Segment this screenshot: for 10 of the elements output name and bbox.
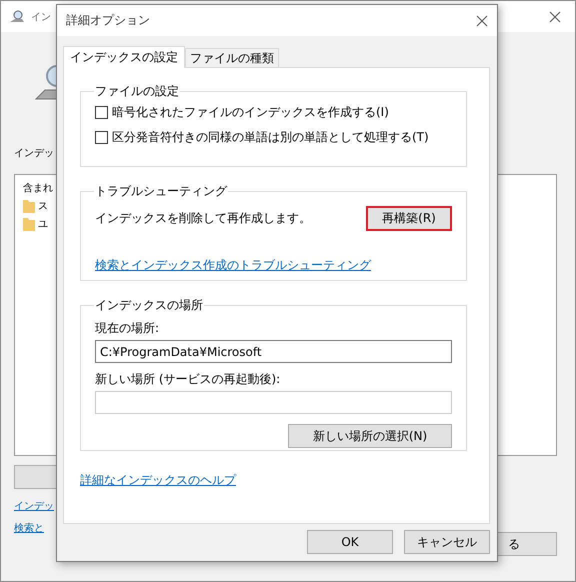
window-title: イン [31,10,51,24]
field-label: 現在の場所: [95,320,160,337]
dialog-title: 詳細オプション [66,12,150,29]
description-text: インデックスを削除して再作成します。 [95,210,311,227]
group-title: ファイルの設定 [94,83,180,100]
field-label: 新しい場所 (サービスの再起動後): [95,371,282,388]
group-title: インデックスの場所 [94,297,204,314]
group-title: トラブルシューティング [94,183,228,200]
heading-text: インデッ [14,147,54,160]
column-header: 含まれ [23,182,53,195]
